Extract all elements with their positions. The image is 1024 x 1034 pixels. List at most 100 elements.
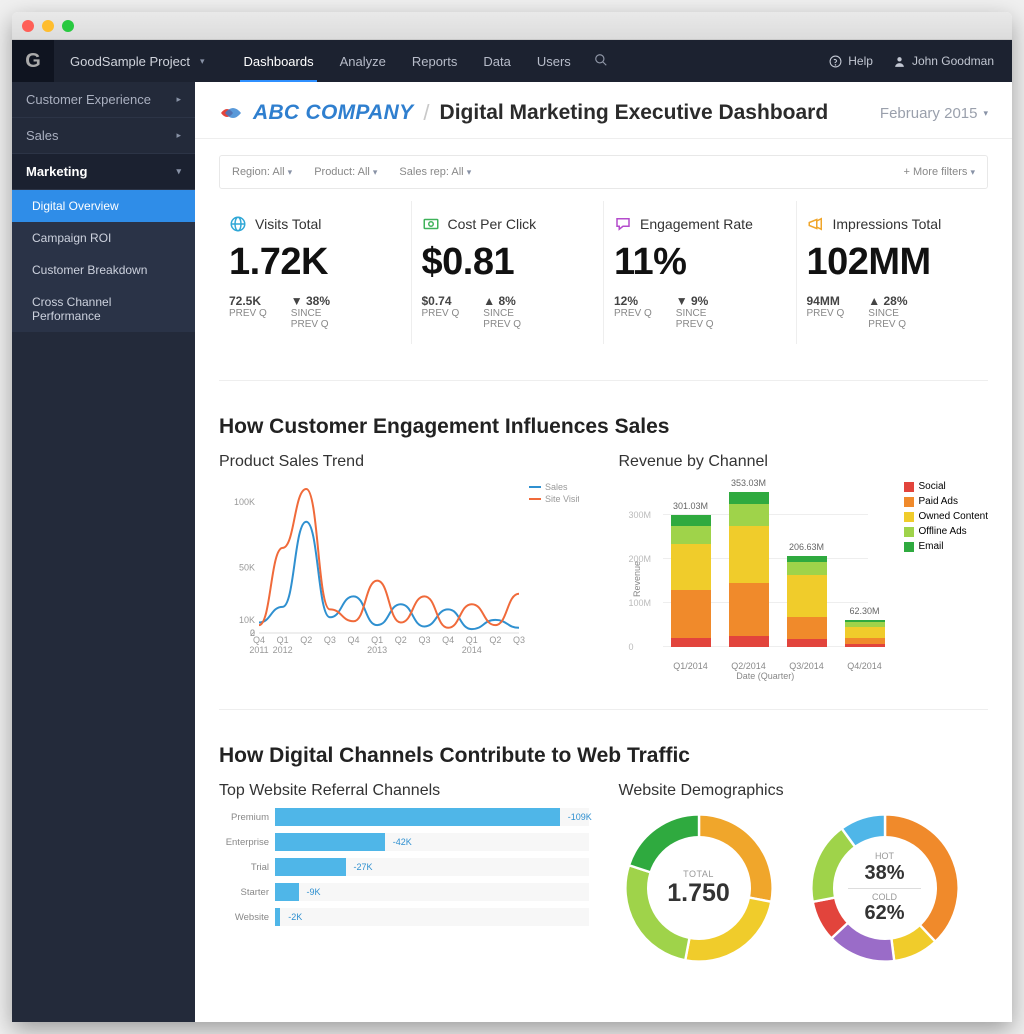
kpi-title: Impressions Total	[833, 216, 942, 232]
kpi-title: Visits Total	[255, 216, 321, 232]
svg-text:Q2: Q2	[300, 635, 312, 645]
period-label: February 2015	[880, 105, 978, 122]
close-window-icon[interactable]	[22, 20, 34, 32]
nav-tab-users[interactable]: Users	[524, 40, 584, 82]
kpi-visits-total: Visits Total1.72K72.5KPREV Q▼ 38%SINCEPR…	[219, 201, 412, 344]
breadcrumb-separator: /	[423, 100, 429, 126]
svg-text:Q1: Q1	[277, 635, 289, 645]
kpi-impressions-total: Impressions Total102MM94MMPREV Q▲ 28%SIN…	[797, 201, 989, 344]
svg-text:Q4: Q4	[348, 635, 360, 645]
main-content: ABC COMPANY / Digital Marketing Executiv…	[195, 82, 1012, 1022]
section-title-traffic: How Digital Channels Contribute to Web T…	[219, 744, 988, 768]
panel-title: Website Demographics	[619, 782, 989, 800]
product-sales-trend-chart: 0210K50K100KQ42011Q12012Q2Q3Q4Q12013Q2Q3…	[219, 479, 589, 664]
project-name: GoodSample Project	[70, 54, 190, 69]
panel-sales-trend: Product Sales Trend 0210K50K100KQ42011Q1…	[219, 453, 589, 679]
help-label: Help	[848, 54, 873, 68]
svg-text:Q3: Q3	[324, 635, 336, 645]
project-selector[interactable]: GoodSample Project ▾	[54, 54, 220, 69]
panel-demographics: Website Demographics TOTAL 1.750 HOT3	[619, 782, 989, 968]
panel-title: Top Website Referral Channels	[219, 782, 589, 800]
filter-bar: Region: All ▾ Product: All ▾ Sales rep: …	[219, 155, 988, 189]
page-header: ABC COMPANY / Digital Marketing Executiv…	[195, 82, 1012, 139]
zoom-window-icon[interactable]	[62, 20, 74, 32]
panel-revenue-channel: Revenue by Channel 0100M200M300M301.03MQ…	[619, 453, 989, 679]
sidebar-group-sales[interactable]: Sales▸	[12, 118, 195, 154]
donut-label: TOTAL	[683, 869, 714, 879]
svg-text:2013: 2013	[367, 645, 387, 655]
app-logo-icon[interactable]: G	[12, 40, 54, 82]
sidebar-item-customer-breakdown[interactable]: Customer Breakdown	[12, 254, 195, 286]
sidebar-item-cross-channel-performance[interactable]: Cross Channel Performance	[12, 286, 195, 332]
user-menu[interactable]: John Goodman	[893, 54, 994, 68]
minimize-window-icon[interactable]	[42, 20, 54, 32]
chevron-down-icon: ▾	[200, 56, 205, 67]
panel-title: Revenue by Channel	[619, 453, 989, 471]
page-title: Digital Marketing Executive Dashboard	[440, 101, 829, 125]
kpi-row: Visits Total1.72K72.5KPREV Q▼ 38%SINCEPR…	[195, 189, 1012, 368]
svg-text:Q3: Q3	[513, 635, 525, 645]
mac-titlebar	[12, 12, 1012, 40]
nav-tab-data[interactable]: Data	[470, 40, 523, 82]
globe-icon	[229, 215, 247, 233]
more-filters-button[interactable]: + More filters ▾	[904, 166, 975, 178]
referral-bar-trial: Trial-27K	[219, 858, 589, 876]
chevron-down-icon: ▾	[983, 108, 988, 119]
filter-region[interactable]: Region: All ▾	[232, 166, 292, 178]
help-icon	[829, 55, 842, 68]
svg-text:Q1: Q1	[371, 635, 383, 645]
user-icon	[893, 55, 906, 68]
period-selector[interactable]: February 2015 ▾	[880, 105, 988, 122]
nav-tab-dashboards[interactable]: Dashboards	[230, 40, 326, 82]
sidebar-group-customer-experience[interactable]: Customer Experience▸	[12, 82, 195, 118]
top-nav: G GoodSample Project ▾ DashboardsAnalyze…	[12, 40, 1012, 82]
referral-bar-website: Website-2K	[219, 908, 589, 926]
svg-text:Site Visits: Site Visits	[545, 494, 579, 504]
kpi-engagement-rate: Engagement Rate11%12%PREV Q▼ 9%SINCEPREV…	[604, 201, 797, 344]
section-title-engagement: How Customer Engagement Influences Sales	[219, 415, 988, 439]
search-icon[interactable]	[584, 53, 618, 70]
svg-text:50K: 50K	[239, 563, 255, 573]
panel-title: Product Sales Trend	[219, 453, 589, 471]
chevron-right-icon: ▸	[176, 130, 181, 141]
svg-text:100K: 100K	[234, 497, 255, 507]
kpi-cost-per-click: Cost Per Click$0.81$0.74PREV Q▲ 8%SINCEP…	[412, 201, 605, 344]
svg-text:Q3: Q3	[418, 635, 430, 645]
referral-bar-premium: Premium-109K	[219, 808, 589, 826]
revenue-by-channel-chart: 0100M200M300M301.03MQ1/2014353.03MQ2/201…	[619, 479, 989, 679]
kpi-value: 1.72K	[229, 241, 401, 284]
kpi-value: 11%	[614, 241, 786, 284]
svg-text:2014: 2014	[462, 645, 482, 655]
referral-bars-chart: Premium-109KEnterprise-42KTrial-27KStart…	[219, 808, 589, 926]
help-link[interactable]: Help	[829, 54, 873, 68]
filter-salesrep[interactable]: Sales rep: All ▾	[399, 166, 471, 178]
nav-tab-analyze[interactable]: Analyze	[327, 40, 399, 82]
donut-value: 1.750	[667, 879, 730, 908]
svg-text:Q1: Q1	[466, 635, 478, 645]
svg-text:Q2: Q2	[489, 635, 501, 645]
app-window: G GoodSample Project ▾ DashboardsAnalyze…	[12, 12, 1012, 1022]
filter-product[interactable]: Product: All ▾	[314, 166, 377, 178]
user-name: John Goodman	[912, 54, 994, 68]
chat-icon	[614, 215, 632, 233]
company-logo-icon	[219, 103, 243, 123]
kpi-value: $0.81	[422, 241, 594, 284]
chevron-right-icon: ▸	[176, 94, 181, 105]
demographics-hotcold-donut: HOT38% COLD62%	[805, 808, 965, 968]
chevron-down-icon: ▾	[176, 166, 181, 177]
referral-bar-starter: Starter-9K	[219, 883, 589, 901]
sidebar-item-digital-overview[interactable]: Digital Overview	[12, 190, 195, 222]
megaphone-icon	[807, 215, 825, 233]
kpi-title: Cost Per Click	[448, 216, 537, 232]
sidebar: Customer Experience▸Sales▸Marketing▾Digi…	[12, 82, 195, 1022]
sidebar-item-campaign-roi[interactable]: Campaign ROI	[12, 222, 195, 254]
svg-text:Sales: Sales	[545, 482, 568, 492]
svg-text:Q2: Q2	[395, 635, 407, 645]
svg-text:Q4: Q4	[442, 635, 454, 645]
sidebar-group-marketing[interactable]: Marketing▾	[12, 154, 195, 190]
svg-text:10K: 10K	[239, 615, 255, 625]
kpi-title: Engagement Rate	[640, 216, 753, 232]
nav-tab-reports[interactable]: Reports	[399, 40, 471, 82]
demographics-total-donut: TOTAL 1.750	[619, 808, 779, 968]
svg-text:2012: 2012	[273, 645, 293, 655]
